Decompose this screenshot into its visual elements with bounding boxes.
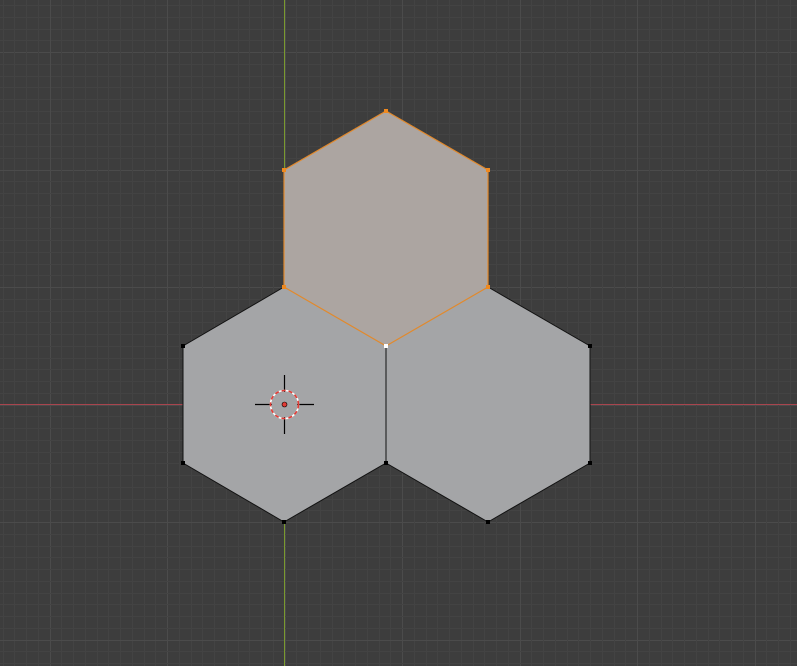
vertex-selected[interactable] [282,285,286,289]
vertex-selected[interactable] [486,285,490,289]
vertex-selected[interactable] [384,109,388,113]
vertex[interactable] [588,461,592,465]
vertex[interactable] [282,520,286,524]
cursor-center-dot [281,401,288,408]
viewport-canvas[interactable] [0,0,797,666]
vertex-selected[interactable] [282,168,286,172]
vertex[interactable] [486,520,490,524]
vertex[interactable] [588,344,592,348]
vertex[interactable] [181,344,185,348]
vertex[interactable] [181,461,185,465]
vertex-selected[interactable] [486,168,490,172]
vertex[interactable] [384,461,388,465]
vertex-active[interactable] [384,344,388,348]
3d-viewport[interactable] [0,0,797,666]
